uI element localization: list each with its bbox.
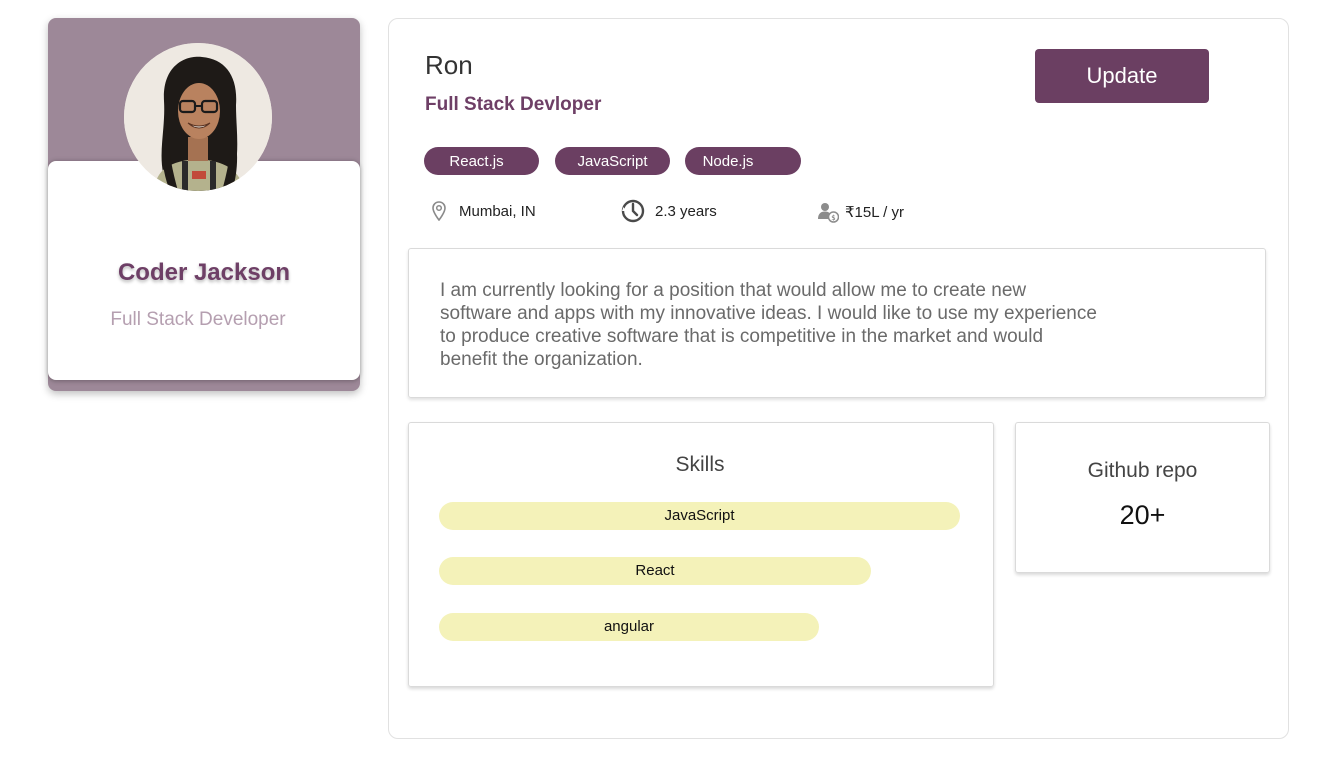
skill-bar-label: JavaScript <box>664 507 735 524</box>
github-title: Github repo <box>1087 459 1198 482</box>
location-pin-icon <box>432 201 446 221</box>
skill-bar: JavaScript <box>439 502 960 530</box>
salary-text: ₹15L / yr <box>845 204 905 221</box>
clock-icon <box>621 199 645 223</box>
skills-title: Skills <box>675 453 725 476</box>
svg-text:$: $ <box>831 214 835 222</box>
github-count: 20+ <box>1119 500 1166 530</box>
salary-user-icon: $ <box>817 201 839 223</box>
profile-card-body: Coder Jackson Full Stack Developer <box>48 161 360 380</box>
tag-javascript[interactable]: JavaScript <box>555 147 670 175</box>
github-card: Github repo 20+ <box>1015 422 1270 573</box>
about-text: I am currently looking for a position th… <box>440 280 1097 370</box>
skill-bar: React <box>439 557 871 585</box>
about-box: I am currently looking for a position th… <box>408 248 1266 398</box>
avatar-photo <box>124 43 272 191</box>
user-title: Full Stack Devloper <box>425 94 602 115</box>
experience-text: 2.3 years <box>655 202 717 220</box>
skill-bar: angular <box>439 613 819 641</box>
avatar <box>124 43 272 191</box>
skill-bar-label: React <box>635 562 675 579</box>
update-button[interactable]: Update <box>1035 49 1209 103</box>
main-panel: Ron Full Stack Devloper Update React.js … <box>388 18 1289 739</box>
user-name: Ron <box>425 50 473 80</box>
experience-info: 2.3 years <box>621 199 717 223</box>
tag-react[interactable]: React.js <box>424 147 539 175</box>
tag-nodejs[interactable]: Node.js <box>685 147 801 175</box>
profile-card: Coder Jackson Full Stack Developer <box>48 18 360 391</box>
skill-bar-label: angular <box>603 618 655 635</box>
profile-name: Coder Jackson <box>117 259 291 286</box>
skills-card: Skills JavaScript React angular <box>408 422 994 687</box>
location-info: Mumbai, IN <box>432 201 536 221</box>
location-text: Mumbai, IN <box>459 202 536 220</box>
profile-role: Full Stack Developer <box>110 309 286 330</box>
salary-info: $ ₹15L / yr <box>817 201 904 223</box>
